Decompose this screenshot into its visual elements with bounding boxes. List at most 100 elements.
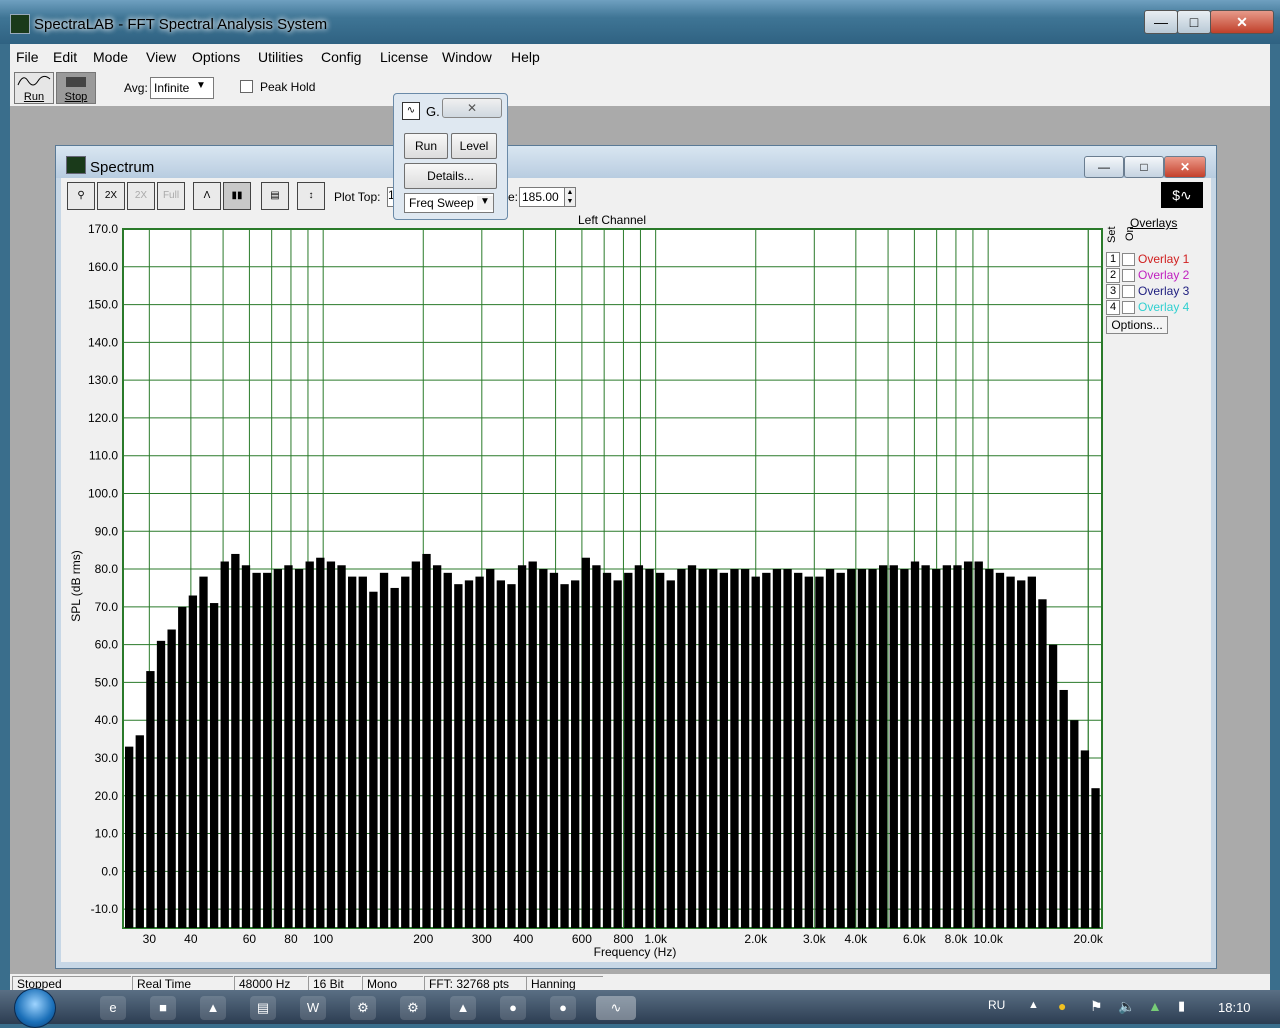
spectrum-bar <box>337 565 346 928</box>
overlay-on-1-checkbox[interactable] <box>1122 253 1135 266</box>
generator-mode-select[interactable]: Freq Sweep ▼ <box>404 193 494 213</box>
overlay-set-4-button[interactable]: 4 <box>1106 300 1120 315</box>
overlay-on-3-checkbox[interactable] <box>1122 285 1135 298</box>
x-tick-label: 60 <box>243 932 257 946</box>
y-tick-label: 50.0 <box>95 675 119 689</box>
overlay-on-2-checkbox[interactable] <box>1122 269 1135 282</box>
status-window: Hanning <box>526 976 603 991</box>
spectrum-bar <box>698 569 707 928</box>
y-tick-label: 90.0 <box>95 524 119 538</box>
spectrum-bar <box>167 629 176 928</box>
overlay-set-2-button[interactable]: 2 <box>1106 268 1120 283</box>
spectrum-bar <box>1027 576 1036 928</box>
chevron-down-icon: ▼ <box>477 196 493 210</box>
overlays-options-button[interactable]: Options... <box>1106 316 1168 334</box>
signal-icon[interactable]: ▮ <box>1178 998 1185 1014</box>
flag-icon[interactable]: ⚑ <box>1090 998 1103 1015</box>
overlay-set-1-button[interactable]: 1 <box>1106 252 1120 267</box>
generator-run-button[interactable]: Run <box>404 133 448 159</box>
x-tick-label: 8.0k <box>945 932 969 946</box>
network-icon[interactable]: ▲ <box>1148 998 1162 1014</box>
spectrum-bar <box>517 565 527 928</box>
spectrum-bar <box>358 576 367 928</box>
x-tick-label: 20.0k <box>1074 932 1104 946</box>
tool-icon[interactable]: ⚙ <box>350 996 376 1020</box>
y-tick-label: 170.0 <box>88 222 118 236</box>
app-red-icon[interactable]: ▲ <box>450 996 476 1020</box>
spectrum-bar <box>294 569 304 928</box>
overlay-set-3-button[interactable]: 3 <box>1106 284 1120 299</box>
spectrum-bar <box>475 576 484 928</box>
spectrum-bar <box>815 576 824 928</box>
spectrum-bar <box>953 565 962 928</box>
spectrum-bar <box>1017 580 1026 928</box>
spectrum-bar <box>825 569 835 928</box>
tray-chevron-up-icon[interactable]: ▲ <box>1028 999 1039 1011</box>
spectrum-bar <box>432 565 442 928</box>
chart-xlabel: Frequency (Hz) <box>594 945 677 959</box>
start-button[interactable] <box>14 988 56 1028</box>
spectrum-bar <box>422 553 431 928</box>
spectrum-bar <box>677 569 686 928</box>
spectrum-bar <box>963 561 973 928</box>
spectrum-bar <box>592 565 601 928</box>
folder-icon[interactable]: ■ <box>150 996 176 1020</box>
y-tick-label: -10.0 <box>91 902 119 916</box>
app-y-icon[interactable]: ● <box>550 996 576 1020</box>
spectralab-taskbar-icon[interactable]: ∿ <box>596 996 636 1020</box>
x-tick-label: 40 <box>184 932 198 946</box>
tray-app-icon[interactable]: ● <box>1058 998 1066 1014</box>
overlay-row-1: 1 Overlay 1 <box>1106 252 1206 267</box>
status-bits: 16 Bit <box>308 976 361 991</box>
globe-icon[interactable]: ● <box>500 996 526 1020</box>
app-a-icon[interactable]: ▲ <box>200 996 226 1020</box>
y-tick-label: 30.0 <box>95 751 119 765</box>
generator-dialog-title: G. <box>426 104 440 119</box>
spectrum-bar <box>847 569 856 928</box>
y-tick-label: 80.0 <box>95 562 119 576</box>
spectrum-bar <box>560 584 569 928</box>
spectrum-bar <box>486 569 495 928</box>
spectrum-bar <box>369 591 378 928</box>
spectrum-bar <box>719 572 729 928</box>
chart-y-ticks: 170.0 160.0 150.0 140.0 130.0 120.0 110.0 100.0… <box>88 222 118 916</box>
overlays-on-label: On <box>1124 226 1136 241</box>
tray-language[interactable]: RU <box>988 998 1005 1012</box>
overlays-set-label: Set <box>1106 226 1118 243</box>
taskbar <box>0 990 1280 1024</box>
y-tick-label: 70.0 <box>95 600 119 614</box>
tray-clock[interactable]: 18:10 <box>1218 1000 1251 1015</box>
spectrum-bar <box>804 576 813 928</box>
spectrum-bar <box>379 572 389 928</box>
y-tick-label: 100.0 <box>88 486 118 500</box>
generator-close-icon[interactable]: ✕ <box>442 98 502 118</box>
x-tick-label: 80 <box>284 932 298 946</box>
generator-level-button[interactable]: Level <box>451 133 497 159</box>
status-channels: Mono <box>362 976 423 991</box>
settings-icon[interactable]: ⚙ <box>400 996 426 1020</box>
overlay-row-4: 4 Overlay 4 <box>1106 300 1206 315</box>
document-icon[interactable]: ▤ <box>250 996 276 1020</box>
spectrum-bar <box>655 572 665 928</box>
spectrum-bar <box>1048 644 1058 928</box>
spectrum-bar <box>900 569 909 928</box>
y-tick-label: 40.0 <box>95 713 119 727</box>
x-tick-label: 2.0k <box>744 932 768 946</box>
spectrum-bar <box>348 576 357 928</box>
word-icon[interactable]: W <box>300 996 326 1020</box>
generator-details-button[interactable]: Details... <box>404 163 497 189</box>
spectrum-bar <box>613 580 622 928</box>
spectrum-bar <box>794 572 803 928</box>
ie-icon[interactable]: e <box>100 996 126 1020</box>
x-tick-label: 1.0k <box>644 932 668 946</box>
y-tick-label: 110.0 <box>89 449 118 463</box>
chart-title: Left Channel <box>578 213 646 227</box>
x-tick-label: 800 <box>613 932 633 946</box>
spectrum-bar <box>974 561 983 928</box>
overlay-on-4-checkbox[interactable] <box>1122 301 1135 314</box>
spectrum-bar <box>539 569 548 928</box>
y-tick-label: 10.0 <box>95 827 119 841</box>
spectrum-bar <box>241 565 251 928</box>
volume-icon[interactable]: 🔈 <box>1118 998 1135 1015</box>
spectrum-bar <box>921 565 930 928</box>
